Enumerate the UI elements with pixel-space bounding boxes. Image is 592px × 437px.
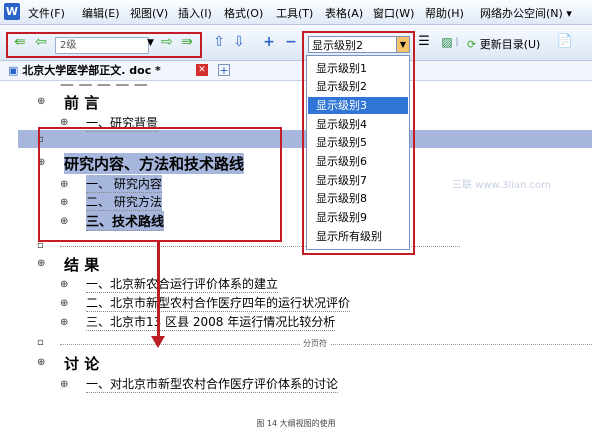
menu-window[interactable]: 窗口(W) [373, 5, 414, 21]
go-to-toc-icon[interactable]: 📄 [556, 34, 574, 50]
update-toc-label: 更新目录(U) [479, 38, 541, 51]
document-icon: ▣ [8, 64, 19, 77]
outline-bullet-icon[interactable]: ⊕ [60, 279, 68, 290]
menu-edit[interactable]: 编辑(E) [82, 5, 120, 21]
expand-icon[interactable]: + [260, 34, 278, 50]
menu-insert[interactable]: 插入(I) [178, 5, 212, 21]
outline-bullet-icon[interactable]: ⊕ [60, 317, 68, 328]
subheading-results-3[interactable]: 三、北京市13 区县 2008 年运行情况比较分析 [86, 313, 336, 331]
menu-file[interactable]: 文件(F) [28, 5, 65, 21]
document-tab[interactable]: ▣ 北京大学医学部正文. doc * [8, 62, 161, 79]
annotation-arrow [157, 242, 160, 340]
refresh-icon: ⟳ [467, 38, 477, 51]
update-toc-button[interactable]: ⟳ 更新目录(U) [467, 36, 540, 52]
heading-results[interactable]: 结 果 [64, 254, 99, 275]
figure-caption: 图 14 大纲视图的使用 [256, 419, 336, 428]
annotation-highlight-box [38, 127, 282, 242]
wps-app-icon[interactable]: W [4, 3, 20, 20]
menu-bar: W 文件(F) 编辑(E) 视图(V) 插入(I) 格式(O) 工具(T) 表格… [0, 0, 592, 25]
collapse-icon[interactable]: − [282, 34, 300, 50]
annotation-arrow-head [151, 336, 165, 348]
menu-view[interactable]: 视图(V) [130, 5, 168, 21]
subheading-results-2[interactable]: 二、北京市新型农村合作医疗四年的运行状况评价 [86, 294, 351, 312]
heading-preface[interactable]: 前 言 [64, 92, 99, 113]
close-icon[interactable]: ✕ [196, 64, 208, 76]
annotation-highlight-box [302, 31, 415, 255]
document-tab-label: 北京大学医学部正文. doc * [22, 64, 161, 77]
page-break-label: 分页符 [300, 338, 330, 349]
outline-bullet-icon[interactable]: ▫ [37, 240, 44, 251]
chevron-down-icon: ▾ [566, 7, 572, 20]
outline-bullet-icon[interactable]: ⊕ [60, 298, 68, 309]
move-down-icon[interactable]: ⇩ [230, 34, 248, 50]
menu-table[interactable]: 表格(A) [325, 5, 363, 21]
partial-line-above: — — — — — [60, 82, 148, 90]
menu-network-office-label: 网络办公空间(N) [480, 7, 563, 20]
menu-format[interactable]: 格式(O) [224, 5, 263, 21]
subheading-results-1[interactable]: 一、北京新农合运行评价体系的建立 [86, 275, 279, 293]
outline-bullet-icon[interactable]: ⊕ [37, 258, 45, 269]
menu-help[interactable]: 帮助(H) [425, 5, 464, 21]
toolbar-separator: | [455, 37, 459, 47]
outline-bullet-icon[interactable]: ⊕ [37, 357, 45, 368]
new-tab-icon[interactable]: + [218, 64, 230, 76]
watermark: 三联 www.3lian.com [452, 180, 551, 191]
subheading-discussion-1[interactable]: 一、对北京市新型农村合作医疗评价体系的讨论 [86, 375, 339, 393]
annotation-highlight-box [6, 32, 202, 58]
outline-bullet-icon[interactable]: ▫ [37, 337, 44, 348]
move-up-icon[interactable]: ⇧ [210, 34, 228, 50]
heading-discussion[interactable]: 讨 论 [64, 353, 99, 374]
outline-bullet-icon[interactable]: ⊕ [37, 96, 45, 107]
show-first-line-only-icon[interactable]: ☰ [415, 34, 433, 50]
menu-tools[interactable]: 工具(T) [276, 5, 313, 21]
menu-network-office[interactable]: 网络办公空间(N) ▾ [480, 5, 572, 21]
outline-bullet-icon[interactable]: ⊕ [60, 379, 68, 390]
